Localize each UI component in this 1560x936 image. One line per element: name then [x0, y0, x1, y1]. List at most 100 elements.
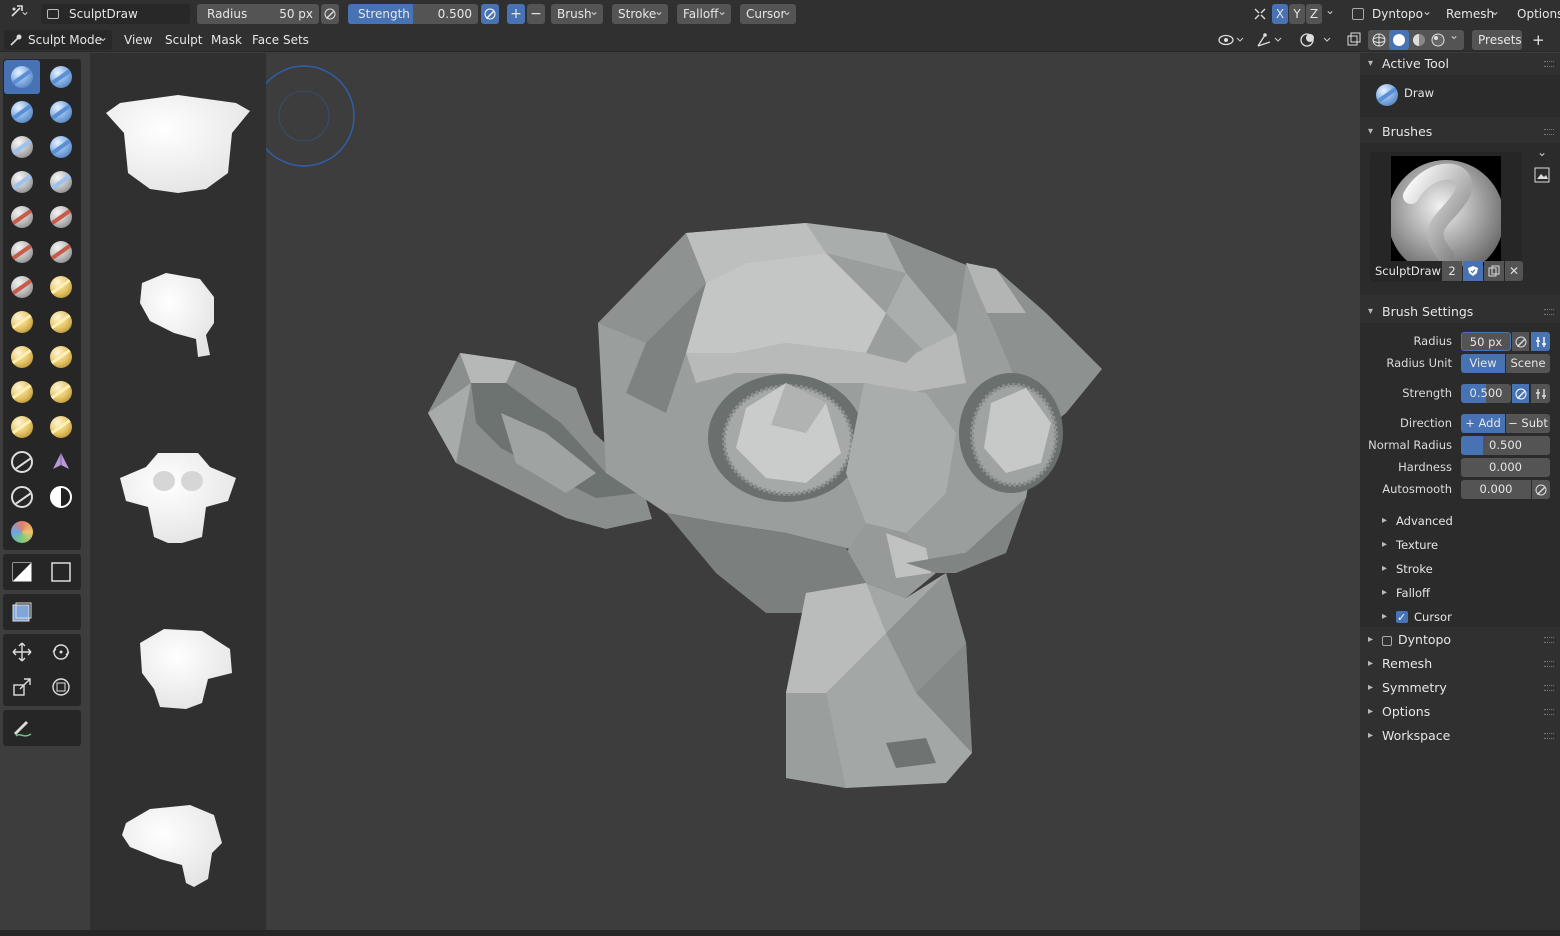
- cursor-subpanel-header[interactable]: Cursor: [1382, 607, 1452, 628]
- boundary-tool[interactable]: [43, 445, 79, 479]
- brush-list-dropdown-icon[interactable]: ⌄: [1534, 145, 1550, 161]
- strength-prop-field[interactable]: 0.500: [1461, 384, 1511, 403]
- radius-unified-toggle[interactable]: [1531, 332, 1550, 351]
- dyntopo-checkbox[interactable]: [1382, 636, 1392, 646]
- drag-grip-icon[interactable]: [1544, 61, 1554, 67]
- overlays-icon[interactable]: [1300, 32, 1336, 51]
- gizmo-icon[interactable]: [1256, 32, 1282, 51]
- direction-add-button[interactable]: +: [507, 4, 525, 24]
- rotate-tool[interactable]: [43, 410, 79, 444]
- multiplane-scrape-tool[interactable]: [43, 270, 79, 304]
- pinch-tool[interactable]: [4, 305, 40, 339]
- 3d-viewport[interactable]: [266, 53, 1360, 930]
- mode-selector[interactable]: Sculpt Mode: [4, 30, 112, 50]
- advanced-subpanel-header[interactable]: Advanced: [1382, 511, 1453, 531]
- drag-grip-icon[interactable]: [1544, 709, 1554, 715]
- drag-grip-icon[interactable]: [1544, 733, 1554, 739]
- box-face-set-tool[interactable]: [4, 595, 40, 629]
- rendered-shading-icon[interactable]: [1429, 31, 1447, 49]
- flatten-tool[interactable]: [4, 235, 40, 269]
- clay-strips-tool[interactable]: [43, 95, 79, 129]
- thumb-tool[interactable]: [4, 375, 40, 409]
- workspace-section-header[interactable]: Workspace: [1360, 725, 1560, 747]
- direction-subtract-option[interactable]: − Subt: [1506, 414, 1550, 433]
- scale-tool[interactable]: [4, 670, 40, 704]
- material-shading-icon[interactable]: [1410, 31, 1428, 49]
- symmetry-section-header[interactable]: Symmetry: [1360, 677, 1560, 699]
- strength-pressure-button[interactable]: [481, 4, 499, 24]
- drag-grip-icon[interactable]: [1544, 685, 1554, 691]
- mask-brush-tool[interactable]: [43, 480, 79, 514]
- radius-unit-scene-option[interactable]: Scene: [1506, 354, 1550, 373]
- inflate-tool[interactable]: [4, 165, 40, 199]
- simplify-tool[interactable]: [4, 480, 40, 514]
- shading-dropdown-icon[interactable]: ⌄: [1449, 28, 1459, 42]
- falloff-subpanel-header[interactable]: Falloff: [1382, 583, 1430, 603]
- dyntopo-checkbox[interactable]: [1352, 8, 1364, 20]
- normal-radius-slider[interactable]: 0.500: [1461, 436, 1550, 455]
- stroke-menu[interactable]: Stroke: [612, 4, 668, 24]
- direction-subtract-button[interactable]: −: [527, 4, 545, 24]
- active-tool-button[interactable]: [1376, 84, 1398, 106]
- drag-grip-icon[interactable]: [1544, 661, 1554, 667]
- falloff-menu[interactable]: Falloff: [677, 4, 731, 24]
- strength-slider[interactable]: Strength 0.500: [348, 4, 478, 24]
- draw-sharp-tool[interactable]: [43, 60, 79, 94]
- brush-image-icon[interactable]: [1534, 167, 1550, 183]
- active-tool-section-header[interactable]: Active Tool: [1360, 53, 1560, 75]
- options-menu[interactable]: Options: [1511, 4, 1560, 24]
- layer-tool[interactable]: [43, 130, 79, 164]
- view-menu[interactable]: View: [118, 30, 158, 50]
- snake-hook-tool[interactable]: [43, 340, 79, 374]
- transform-tool[interactable]: [43, 670, 79, 704]
- drag-grip-icon[interactable]: [1544, 309, 1554, 315]
- radius-slider[interactable]: Radius 50 px: [197, 4, 319, 24]
- presets-button[interactable]: Presets: [1472, 30, 1522, 50]
- add-preset-button[interactable]: +: [1528, 30, 1548, 50]
- smooth-tool[interactable]: [43, 200, 79, 234]
- wireframe-shading-icon[interactable]: [1370, 31, 1388, 49]
- remesh-menu[interactable]: Remesh: [1440, 4, 1504, 24]
- mask-menu[interactable]: Mask: [205, 30, 248, 50]
- texture-subpanel-header[interactable]: Texture: [1382, 535, 1438, 555]
- suzanne-mesh-sculpt[interactable]: [266, 53, 1360, 930]
- draw-tool[interactable]: [4, 60, 40, 94]
- annotate-tool[interactable]: [4, 711, 40, 745]
- draw-face-sets-tool[interactable]: [4, 515, 40, 549]
- radius-pressure-toggle[interactable]: [1512, 332, 1529, 351]
- options-section-header[interactable]: Options: [1360, 701, 1560, 723]
- brush-menu[interactable]: Brush: [551, 4, 603, 24]
- xray-toggle-icon[interactable]: [1346, 32, 1362, 51]
- elastic-deform-tool[interactable]: [4, 340, 40, 374]
- mirror-icon[interactable]: [1252, 6, 1268, 22]
- strength-pressure-toggle[interactable]: [1512, 384, 1529, 403]
- rotate-transform-tool[interactable]: [43, 635, 79, 669]
- drag-grip-icon[interactable]: [1544, 129, 1554, 135]
- solid-shading-icon[interactable]: [1389, 30, 1409, 50]
- brushes-section-header[interactable]: Brushes: [1360, 121, 1560, 143]
- fake-user-button[interactable]: [1463, 261, 1483, 281]
- autosmooth-pressure-toggle[interactable]: [1532, 480, 1550, 499]
- radius-unit-view-option[interactable]: View: [1461, 354, 1505, 373]
- crease-tool[interactable]: [4, 200, 40, 234]
- dyntopo-section-header[interactable]: Dyntopo: [1360, 629, 1560, 651]
- symmetry-z-toggle[interactable]: Z: [1306, 4, 1322, 24]
- dyntopo-toggle[interactable]: Dyntopo: [1346, 4, 1436, 24]
- grab-tool[interactable]: [43, 305, 79, 339]
- nudge-tool[interactable]: [4, 410, 40, 444]
- box-mask-tool[interactable]: [4, 555, 40, 589]
- strength-unified-toggle[interactable]: [1531, 384, 1550, 403]
- blob-tool[interactable]: [43, 165, 79, 199]
- clay-thumb-tool[interactable]: [4, 130, 40, 164]
- drag-grip-icon[interactable]: [1544, 637, 1554, 643]
- unlink-brush-button[interactable]: ✕: [1505, 261, 1523, 281]
- face-sets-menu[interactable]: Face Sets: [246, 30, 315, 50]
- move-tool[interactable]: [4, 635, 40, 669]
- symmetry-y-toggle[interactable]: Y: [1289, 4, 1305, 24]
- brush-settings-section-header[interactable]: Brush Settings: [1360, 301, 1560, 323]
- editor-type-button[interactable]: [4, 4, 34, 24]
- symmetry-dropdown-icon[interactable]: ⌄: [1325, 3, 1335, 17]
- box-hide-tool[interactable]: [43, 555, 79, 589]
- symmetry-x-toggle[interactable]: X: [1272, 4, 1288, 24]
- stroke-subpanel-header[interactable]: Stroke: [1382, 559, 1433, 579]
